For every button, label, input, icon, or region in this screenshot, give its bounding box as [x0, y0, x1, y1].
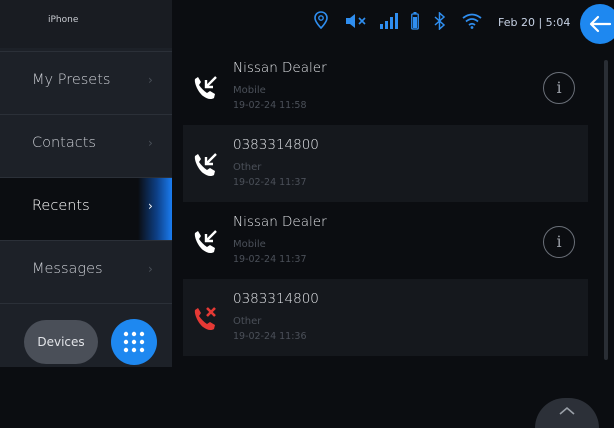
- back-button[interactable]: [580, 4, 614, 44]
- location-pin-icon: [314, 11, 328, 29]
- sidebar-item-label: My Presets: [32, 72, 111, 88]
- call-row[interactable]: Nissan Dealer Mobile 19-02-24 11:37 i: [183, 202, 588, 279]
- call-datetime: 19-02-24 11:36: [233, 331, 307, 342]
- caller-name: Nissan Dealer: [233, 214, 327, 230]
- sidebar-item-contacts[interactable]: Contacts ›: [0, 114, 172, 177]
- incoming-call-icon: [194, 230, 217, 254]
- keypad-icon: [123, 331, 145, 353]
- device-name: iPhone: [48, 15, 79, 25]
- mute-icon: [346, 14, 366, 28]
- sidebar-item-my-presets[interactable]: My Presets ›: [0, 51, 172, 114]
- call-row[interactable]: 0383314800 Other 19-02-24 11:37: [183, 125, 588, 202]
- call-datetime: 19-02-24 11:37: [233, 177, 307, 188]
- incoming-call-icon: [194, 153, 217, 177]
- chevron-up-icon: [559, 406, 575, 415]
- caller-name: 0383314800: [233, 137, 319, 153]
- recents-list: Nissan Dealer Mobile 19-02-24 11:58 i 03…: [183, 48, 599, 428]
- call-datetime: 19-02-24 11:58: [233, 100, 307, 111]
- number-type: Other: [233, 316, 262, 327]
- chevron-right-icon: ›: [148, 199, 153, 213]
- device-header: iPhone: [0, 0, 172, 48]
- wifi-icon: [462, 13, 482, 29]
- incoming-call-icon: [194, 76, 217, 100]
- sidebar-item-label: Messages: [32, 261, 103, 277]
- sidebar-item-messages[interactable]: Messages ›: [0, 240, 172, 303]
- keypad-button[interactable]: [111, 319, 157, 365]
- sidebar-item-recents[interactable]: Recents ›: [0, 177, 172, 240]
- caller-name: 0383314800: [233, 291, 319, 307]
- call-row[interactable]: Nissan Dealer Mobile 19-02-24 11:58 i: [183, 48, 588, 125]
- divider: [0, 303, 172, 304]
- scroll-up-tab[interactable]: [535, 398, 599, 428]
- bluetooth-icon: [434, 12, 445, 30]
- info-button[interactable]: i: [543, 226, 575, 258]
- sidebar-item-label: Contacts: [32, 135, 96, 151]
- chevron-right-icon: ›: [148, 262, 153, 276]
- chevron-right-icon: ›: [148, 73, 153, 87]
- status-bar: Feb 20 | 5:04: [172, 0, 614, 48]
- number-type: Mobile: [233, 239, 266, 250]
- sidebar: iPhone My Presets › Contacts › Recents ›…: [0, 0, 172, 367]
- sidebar-item-label: Recents: [32, 198, 90, 214]
- date-time: Feb 20 | 5:04: [498, 16, 571, 29]
- caller-name: Nissan Dealer: [233, 60, 327, 76]
- devices-button[interactable]: Devices: [24, 320, 98, 364]
- number-type: Other: [233, 162, 262, 173]
- info-button[interactable]: i: [543, 72, 575, 104]
- call-row[interactable]: 0383314800 Other 19-02-24 11:36: [183, 279, 588, 356]
- battery-icon: [411, 12, 419, 30]
- call-datetime: 19-02-24 11:37: [233, 254, 307, 265]
- missed-call-icon: [194, 307, 216, 331]
- chevron-right-icon: ›: [148, 136, 153, 150]
- arrow-left-icon: [589, 15, 612, 33]
- active-indicator: [138, 178, 172, 240]
- number-type: Mobile: [233, 85, 266, 96]
- signal-bars-icon: [380, 13, 398, 29]
- scrollbar[interactable]: [604, 60, 608, 360]
